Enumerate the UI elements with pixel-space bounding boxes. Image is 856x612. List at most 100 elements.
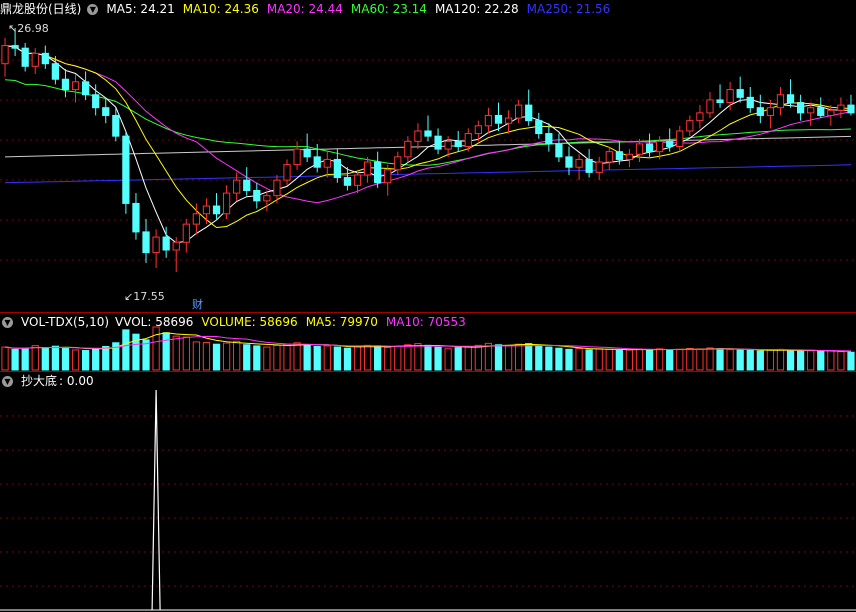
volume-bar[interactable] [31, 345, 39, 371]
volume-bar[interactable] [525, 343, 533, 371]
volume-bar[interactable] [353, 346, 362, 371]
volume-bar[interactable] [807, 350, 815, 371]
volume-bar[interactable] [454, 347, 462, 371]
candle-body[interactable] [686, 120, 694, 132]
candle-body[interactable] [162, 236, 170, 251]
candle-body[interactable] [847, 104, 855, 114]
volume-bar[interactable] [222, 342, 231, 371]
candle-body[interactable] [92, 94, 100, 109]
volume-bar[interactable] [41, 347, 49, 371]
volume-bar[interactable] [504, 345, 513, 371]
volume-bar[interactable] [706, 347, 714, 371]
candle-body[interactable] [827, 109, 835, 116]
volume-indicator-name[interactable]: VOL-TDX(5,10) [21, 315, 109, 329]
volume-bar[interactable] [51, 345, 60, 371]
stock-title[interactable]: 鼎龙股份(日线) [0, 2, 81, 16]
volume-bar[interactable] [92, 348, 100, 371]
candle-body[interactable] [394, 156, 402, 171]
volume-bar[interactable] [565, 348, 573, 371]
chevron-down-icon[interactable]: ▼ [87, 4, 99, 15]
candle-body[interactable] [31, 52, 39, 67]
candle-body[interactable] [424, 130, 432, 137]
volume-bar[interactable] [786, 350, 795, 371]
volume-bar[interactable] [323, 345, 331, 371]
volume-bar[interactable] [666, 349, 674, 371]
volume-bar[interactable] [515, 343, 523, 371]
candle-body[interactable] [283, 164, 291, 181]
volume-bar[interactable] [363, 344, 372, 371]
candle-body[interactable] [817, 107, 825, 116]
candle-body[interactable] [474, 125, 482, 135]
candle-body[interactable] [51, 63, 60, 80]
volume-bar[interactable] [202, 341, 211, 371]
candle-body[interactable] [182, 223, 190, 243]
volume-bar[interactable] [313, 345, 321, 371]
candle-body[interactable] [786, 94, 795, 104]
candle-body[interactable] [545, 133, 553, 145]
candle-body[interactable] [192, 213, 200, 225]
volume-bar[interactable] [605, 348, 613, 371]
candle-body[interactable] [313, 156, 321, 168]
volume-bar[interactable] [494, 344, 503, 371]
candle-body[interactable] [353, 174, 362, 186]
volume-bar[interactable] [414, 343, 422, 371]
volume-bar[interactable] [726, 349, 734, 371]
volume-bar[interactable] [122, 329, 130, 371]
candle-body[interactable] [253, 189, 261, 202]
candle-body[interactable] [363, 161, 372, 176]
volume-bar[interactable] [21, 348, 29, 371]
candle-body[interactable] [494, 114, 503, 124]
candle-body[interactable] [666, 140, 674, 148]
volume-bar[interactable] [555, 347, 563, 371]
candle-body[interactable] [222, 192, 231, 215]
candle-body[interactable] [102, 107, 110, 116]
volume-bar[interactable] [625, 349, 634, 371]
candle-body[interactable] [414, 130, 422, 142]
candle-body[interactable] [625, 153, 634, 160]
candle-body[interactable] [333, 158, 341, 179]
candle-body[interactable] [323, 158, 331, 168]
candle-body[interactable] [676, 130, 684, 148]
candle-body[interactable] [61, 78, 70, 91]
volume-bar[interactable] [11, 348, 19, 371]
volume-bar[interactable] [686, 348, 694, 371]
volume-bar[interactable] [152, 326, 160, 371]
candle-body[interactable] [635, 143, 644, 155]
volume-bar[interactable] [645, 349, 654, 371]
candle-body[interactable] [575, 158, 583, 168]
volume-bar[interactable] [142, 339, 150, 371]
candle-body[interactable] [243, 179, 251, 191]
candle-body[interactable] [71, 81, 80, 91]
candle-body[interactable] [696, 112, 704, 122]
candle-body[interactable] [484, 114, 493, 127]
candle-body[interactable] [152, 236, 160, 254]
chevron-down-icon[interactable]: ▼ [2, 376, 13, 387]
volume-bar[interactable] [545, 346, 553, 371]
volume-bar[interactable] [635, 348, 644, 371]
volume-bar[interactable] [102, 345, 110, 371]
finance-marker[interactable]: 财 [192, 296, 203, 312]
candle-body[interactable] [746, 96, 754, 109]
volume-bar[interactable] [374, 345, 382, 371]
volume-bar[interactable] [1, 346, 9, 371]
candle-body[interactable] [716, 99, 724, 104]
candle-body[interactable] [656, 140, 664, 153]
volume-bar[interactable] [172, 335, 180, 371]
volume-bar[interactable] [243, 344, 251, 371]
volume-bar[interactable] [796, 350, 805, 371]
candle-body[interactable] [21, 47, 29, 67]
volume-bar[interactable] [212, 343, 221, 371]
candle-body[interactable] [202, 205, 211, 215]
volume-bar[interactable] [71, 349, 80, 371]
candle-body[interactable] [142, 231, 150, 254]
volume-bar[interactable] [343, 347, 352, 371]
candle-body[interactable] [122, 135, 130, 204]
volume-bar[interactable] [384, 346, 392, 371]
candle-body[interactable] [172, 241, 180, 251]
volume-bar[interactable] [847, 351, 855, 371]
candle-body[interactable] [796, 102, 805, 114]
candle-body[interactable] [776, 94, 785, 109]
candle-body[interactable] [756, 107, 764, 116]
volume-bar[interactable] [283, 343, 291, 371]
volume-bar[interactable] [394, 345, 402, 371]
